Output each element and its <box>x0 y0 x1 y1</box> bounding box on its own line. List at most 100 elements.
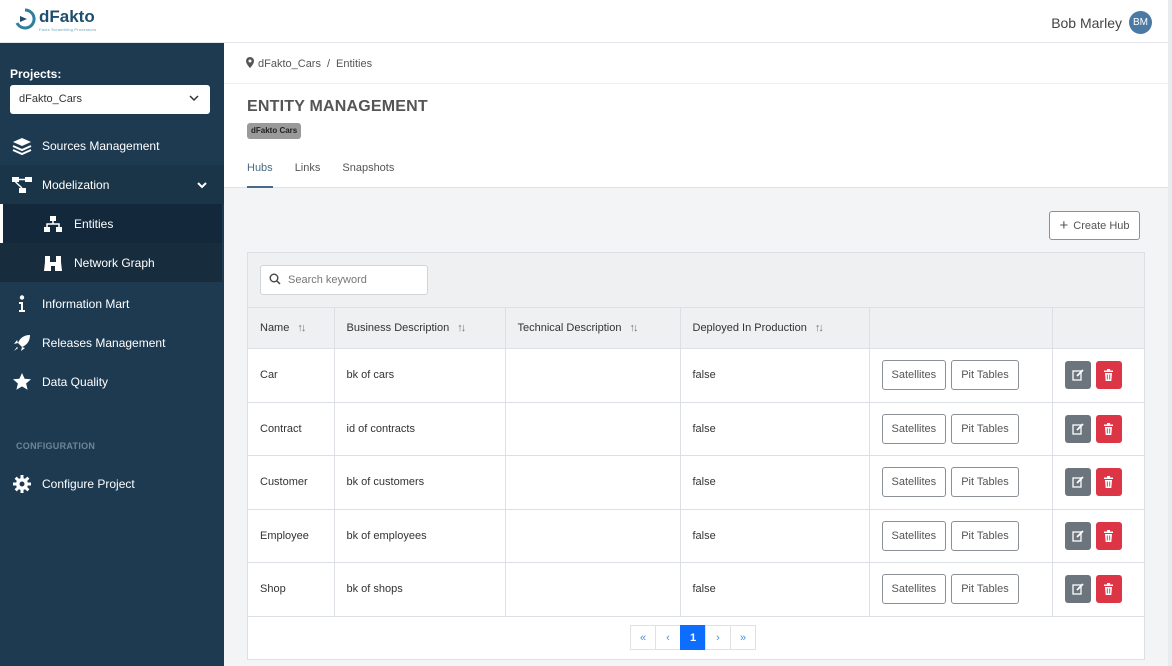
prev-page-button[interactable]: ‹ <box>655 625 681 650</box>
top-bar: dFakto Facts Scrambling Processors Bob M… <box>0 0 1168 43</box>
create-hub-button[interactable]: + Create Hub <box>1049 211 1140 240</box>
create-hub-label: Create Hub <box>1073 219 1130 232</box>
sidebar-item-label: Data Quality <box>42 374 109 389</box>
sidebar-item-label: Network Graph <box>74 255 155 270</box>
avatar[interactable]: BM <box>1129 11 1152 34</box>
edit-icon <box>1071 476 1084 488</box>
column-header-technical-description[interactable]: Technical Description ↑↓ <box>505 307 681 349</box>
edit-icon <box>1071 369 1084 381</box>
edit-icon <box>1071 530 1084 542</box>
app-logo[interactable]: dFakto Facts Scrambling Processors <box>14 8 96 32</box>
delete-button[interactable] <box>1095 361 1122 390</box>
sidebar-item-sources-management[interactable]: Sources Management <box>0 126 224 165</box>
cell-business-description: bk of shops <box>334 562 506 617</box>
satellites-button[interactable]: Satellites <box>881 467 947 498</box>
main-header: dFakto_Cars / Entities ENTITY MANAGEMENT… <box>224 43 1168 188</box>
cell-links: Satellites Pit Tables <box>869 348 1053 403</box>
pit-tables-button[interactable]: Pit Tables <box>951 413 1019 444</box>
edit-button[interactable] <box>1064 468 1091 497</box>
sidebar-item-label: Entities <box>74 216 114 231</box>
chevron-down-icon <box>188 92 200 107</box>
tab-bar: Hubs Links Snapshots <box>247 162 416 188</box>
cell-technical-description <box>505 562 681 617</box>
edit-button[interactable] <box>1064 414 1091 443</box>
tab-snapshots[interactable]: Snapshots <box>342 162 394 188</box>
pit-tables-button[interactable]: Pit Tables <box>951 520 1019 551</box>
hubs-table: Name ↑↓ Business Description ↑↓ Technical … <box>248 307 1144 617</box>
chevron-down-icon <box>196 179 208 194</box>
diagram-icon <box>11 175 33 195</box>
page-1-button[interactable]: 1 <box>680 625 706 650</box>
sidebar-item-entities[interactable]: Entities <box>0 204 222 243</box>
last-page-button[interactable]: » <box>730 625 756 650</box>
tab-hubs[interactable]: Hubs <box>247 162 273 188</box>
breadcrumb: dFakto_Cars / Entities <box>246 57 372 71</box>
delete-button[interactable] <box>1095 521 1122 550</box>
cell-deployed: false <box>680 402 870 456</box>
sidebar-item-configure-project[interactable]: Configure Project <box>0 464 224 503</box>
sidebar-item-releases-management[interactable]: Releases Management <box>0 323 224 362</box>
sidebar-item-network-graph[interactable]: Network Graph <box>0 243 222 282</box>
sidebar-item-information-mart[interactable]: Information Mart <box>0 284 224 323</box>
divider <box>224 83 1168 84</box>
page-scrollbar[interactable] <box>1168 0 1172 666</box>
edit-button[interactable] <box>1064 521 1091 550</box>
search-input[interactable] <box>288 274 418 286</box>
delete-button[interactable] <box>1095 575 1122 604</box>
edit-icon <box>1071 583 1084 595</box>
delete-button[interactable] <box>1095 468 1122 497</box>
cell-actions <box>1052 455 1144 510</box>
sidebar-item-data-quality[interactable]: Data Quality <box>0 362 224 401</box>
sort-icon[interactable]: ↑↓ <box>629 322 638 334</box>
cell-deployed: false <box>680 455 870 510</box>
user-menu[interactable]: Bob Marley BM <box>1051 11 1152 34</box>
satellites-button[interactable]: Satellites <box>881 520 947 551</box>
table-row: Customer bk of customers false Satellites P… <box>248 455 1144 510</box>
cell-links: Satellites Pit Tables <box>869 562 1053 617</box>
table-toolbar <box>248 253 1144 307</box>
breadcrumb-project[interactable]: dFakto_Cars <box>258 58 321 70</box>
edit-button[interactable] <box>1064 361 1091 390</box>
first-page-button[interactable]: « <box>630 625 656 650</box>
map-marker-icon <box>246 57 254 71</box>
delete-button[interactable] <box>1095 414 1122 443</box>
cell-links: Satellites Pit Tables <box>869 402 1053 456</box>
pit-tables-button[interactable]: Pit Tables <box>951 574 1019 605</box>
project-select[interactable]: dFakto_Cars <box>10 85 210 114</box>
cell-technical-description <box>505 402 681 456</box>
sitemap-icon <box>42 214 64 234</box>
cell-actions <box>1052 509 1144 563</box>
sidebar-item-modelization[interactable]: Modelization <box>0 165 224 204</box>
projects-label: Projects: <box>10 67 62 81</box>
column-header-business-description[interactable]: Business Description ↑↓ <box>334 307 506 349</box>
pit-tables-button[interactable]: Pit Tables <box>951 360 1019 391</box>
logo-name: dFakto <box>39 7 95 26</box>
sort-icon[interactable]: ↑↓ <box>815 322 824 334</box>
search-box[interactable] <box>260 265 428 295</box>
cell-links: Satellites Pit Tables <box>869 509 1053 563</box>
pit-tables-button[interactable]: Pit Tables <box>951 467 1019 498</box>
next-page-button[interactable]: › <box>705 625 731 650</box>
table-row: Contract id of contracts false Satellites P… <box>248 402 1144 456</box>
column-header-actions <box>1052 307 1144 349</box>
cell-business-description: id of contracts <box>334 402 506 456</box>
column-header-name[interactable]: Name ↑↓ <box>248 307 335 349</box>
cell-name: Car <box>248 348 335 403</box>
table-header-row: Name ↑↓ Business Description ↑↓ Technical … <box>248 307 1144 349</box>
sidebar: Projects: dFakto_Cars Sources Management… <box>0 43 224 666</box>
sort-icon[interactable]: ↑↓ <box>457 322 466 334</box>
page-title: ENTITY MANAGEMENT <box>247 98 428 115</box>
column-header-deployed-in-production[interactable]: Deployed In Production ↑↓ <box>680 307 870 349</box>
satellites-button[interactable]: Satellites <box>881 574 947 605</box>
pagination: « ‹ 1 › » <box>630 625 756 650</box>
edit-button[interactable] <box>1064 575 1091 604</box>
cell-business-description: bk of customers <box>334 455 506 510</box>
cell-actions <box>1052 562 1144 617</box>
cell-name: Customer <box>248 455 335 510</box>
tab-links[interactable]: Links <box>295 162 321 188</box>
sort-icon[interactable]: ↑↓ <box>297 322 306 334</box>
satellites-button[interactable]: Satellites <box>881 360 947 391</box>
satellites-button[interactable]: Satellites <box>881 413 947 444</box>
plus-icon: + <box>1059 216 1069 234</box>
cell-name: Employee <box>248 509 335 563</box>
